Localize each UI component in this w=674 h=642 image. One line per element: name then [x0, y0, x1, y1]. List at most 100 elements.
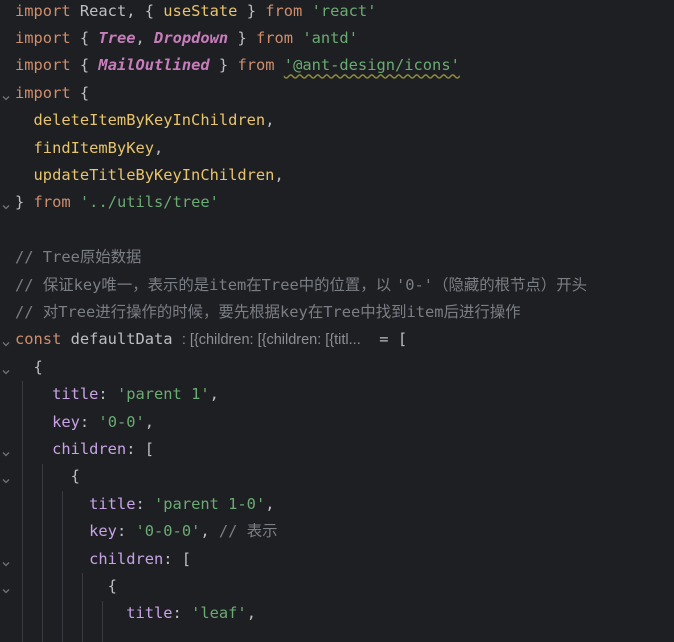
- code-line[interactable]: findItemByKey,: [15, 135, 164, 162]
- code-token: 中的位置，以: [298, 275, 396, 294]
- code-token: from: [237, 56, 275, 75]
- fold-chevron-icon[interactable]: [1, 89, 11, 101]
- code-token: children: [15, 439, 127, 458]
- fold-chevron-icon[interactable]: [1, 555, 11, 566]
- code-token: ,: [265, 111, 275, 130]
- code-line[interactable]: import {: [15, 80, 89, 107]
- code-token: //: [218, 522, 247, 541]
- code-line[interactable]: } from '../utils/tree': [15, 189, 219, 216]
- code-token: : [: [163, 549, 192, 568]
- type-hint: : [{children: [{children: [{titl...: [181, 332, 361, 349]
- code-token: 对: [42, 302, 59, 321]
- code-line[interactable]: deleteItemByKeyInChildren,: [15, 107, 275, 134]
- code-token: Tree: [58, 302, 96, 321]
- code-token: Dropdown: [154, 28, 229, 47]
- fold-chevron-icon[interactable]: [1, 472, 11, 484]
- code-token: key: [280, 302, 308, 321]
- code-token: 'antd': [302, 28, 358, 47]
- code-line[interactable]: updateTitleByKeyInChildren,: [15, 162, 284, 189]
- code-token: {: [70, 56, 99, 75]
- code-token: '0-0-0': [135, 522, 201, 541]
- code-token: const: [15, 330, 62, 349]
- code-token: ,: [209, 385, 219, 404]
- code-line[interactable]: import React, { useState } from 'react': [15, 0, 376, 25]
- code-line[interactable]: title: 'parent 1',: [15, 381, 219, 408]
- code-token: title: [15, 385, 99, 404]
- code-line[interactable]: key: '0-0-0', // 表示: [15, 518, 277, 545]
- code-line[interactable]: children: [: [15, 546, 191, 573]
- code-token: 进行操作的时候，要先根据: [95, 302, 280, 321]
- code-token: }: [228, 28, 256, 47]
- fold-chevron-icon[interactable]: [1, 335, 11, 347]
- code-token: {: [15, 576, 117, 595]
- code-line[interactable]: // 对Tree进行操作的时候，要先根据key在Tree中找到item后进行操作: [15, 299, 521, 326]
- code-token: useState: [163, 1, 238, 20]
- code-token: 原始数据: [79, 248, 142, 267]
- code-token: import: [15, 28, 71, 47]
- fold-chevron-icon[interactable]: [1, 198, 11, 210]
- code-line[interactable]: {: [15, 573, 117, 600]
- code-line[interactable]: children: [: [15, 436, 154, 463]
- code-line[interactable]: title: 'leaf',: [15, 600, 256, 627]
- code-token: '0-0': [98, 412, 145, 431]
- code-token: item: [209, 275, 247, 294]
- fold-chevron-icon[interactable]: [1, 363, 11, 375]
- code-token: MailOutlined: [98, 56, 210, 75]
- code-token: ,: [246, 604, 256, 623]
- code-token: 在: [246, 275, 262, 294]
- code-token: {: [70, 28, 99, 47]
- code-token: children: [15, 549, 164, 568]
- code-token: import: [15, 56, 71, 75]
- fold-chevron-icon[interactable]: [1, 582, 11, 594]
- code-token: item: [406, 302, 444, 321]
- code-line[interactable]: // 保证key唯一，表示的是item在Tree中的位置，以 '0-'（隐藏的根…: [15, 272, 587, 299]
- code-token: title: [15, 604, 173, 623]
- code-token: React, {: [70, 1, 164, 20]
- code-token: Tree: [98, 28, 136, 47]
- code-token: {: [15, 467, 80, 486]
- code-token: ,: [154, 138, 164, 157]
- code-token: 'leaf': [191, 604, 247, 623]
- code-token: ,: [200, 522, 219, 541]
- code-token: 中找到: [360, 302, 407, 321]
- code-token: }: [15, 193, 34, 212]
- code-token: ,: [274, 165, 284, 184]
- code-line[interactable]: import { Tree, Dropdown } from 'antd': [15, 25, 358, 52]
- code-token: 'react': [311, 1, 377, 20]
- code-token: import: [15, 1, 71, 20]
- code-token: }: [209, 56, 238, 75]
- code-line[interactable]: import { MailOutlined } from '@ant-desig…: [15, 52, 460, 79]
- code-line[interactable]: {: [15, 354, 43, 381]
- code-token: updateTitleByKeyInChildren: [15, 165, 275, 184]
- code-token: 后进行操作: [443, 302, 521, 321]
- code-token: key: [15, 522, 117, 541]
- code-token: {: [15, 357, 43, 376]
- code-line[interactable]: {: [15, 463, 80, 490]
- code-line[interactable]: key: '0-0',: [15, 409, 154, 436]
- code-token: 'parent 1': [116, 385, 210, 404]
- code-token: '@ant-design/icons': [283, 56, 460, 75]
- code-token: （隐藏的根节点）开头: [433, 275, 587, 294]
- code-token: 在: [307, 302, 324, 321]
- code-token: :: [98, 385, 117, 404]
- code-token: from: [265, 1, 303, 20]
- code-token: : [: [126, 439, 155, 458]
- code-editor[interactable]: import React, { useState } from 'react' i…: [0, 0, 674, 642]
- code-token: :: [116, 522, 136, 541]
- code-line[interactable]: title: 'parent 1-0',: [15, 491, 274, 518]
- code-token: import: [15, 83, 71, 102]
- code-token: title: [15, 494, 136, 513]
- code-token: {: [70, 83, 90, 102]
- fold-chevron-icon[interactable]: [1, 445, 11, 457]
- code-token: deleteItemByKeyInChildren: [15, 111, 266, 130]
- code-line[interactable]: const defaultData : [{children: [{childr…: [15, 326, 407, 353]
- code-line[interactable]: // Tree原始数据: [15, 244, 141, 271]
- code-token: :: [79, 412, 99, 431]
- code-token: 唯一，表示的是: [101, 275, 210, 294]
- code-token: Tree: [323, 302, 361, 321]
- code-token: //: [15, 302, 43, 321]
